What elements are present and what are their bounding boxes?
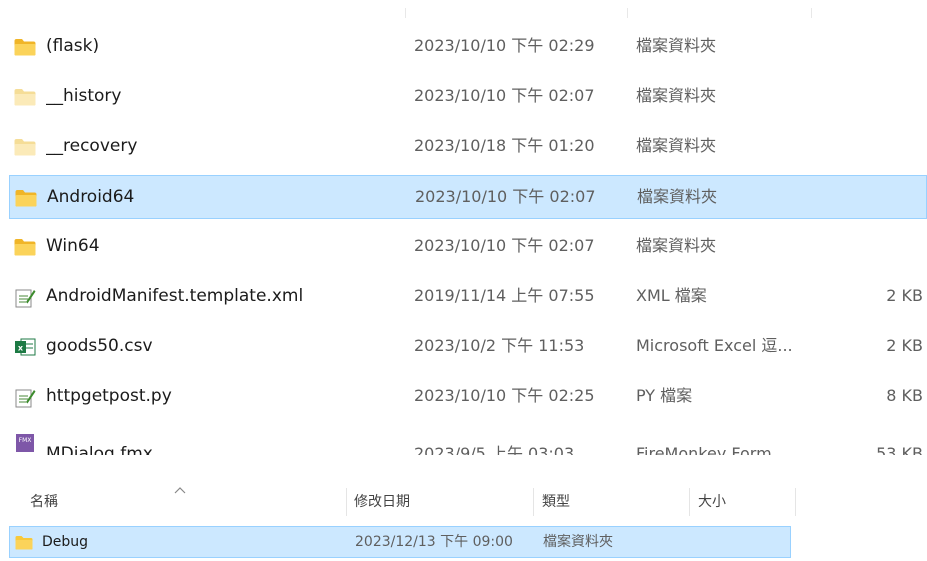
file-row[interactable]: (flask) 2023/10/10 下午 02:29 檔案資料夾 [9, 25, 927, 69]
text-file-icon [14, 288, 36, 308]
file-name: Debug [42, 534, 89, 550]
file-size: 2 KB [886, 336, 923, 355]
file-date: 2023/10/10 下午 02:07 [414, 236, 595, 255]
file-date: 2023/10/2 下午 11:53 [414, 336, 585, 355]
file-size: 2 KB [886, 286, 923, 305]
sort-up-icon [174, 479, 186, 494]
file-type: 檔案資料夾 [636, 136, 717, 155]
folder-icon [14, 238, 36, 256]
svg-text:FMX: FMX [19, 437, 32, 444]
column-divider[interactable] [627, 8, 628, 18]
text-file-icon [14, 388, 36, 408]
file-date: 2023/12/13 下午 09:00 [355, 534, 513, 550]
file-type: 檔案資料夾 [637, 187, 718, 206]
file-date: 2019/11/14 上午 07:55 [414, 286, 595, 305]
column-header-date[interactable]: 修改日期 [354, 485, 410, 519]
file-type: Microsoft Excel 逗... [636, 336, 793, 355]
file-name: httpgetpost.py [46, 386, 172, 406]
file-row[interactable]: Android64 2023/10/10 下午 02:07 檔案資料夾 [9, 175, 927, 219]
column-header-type[interactable]: 類型 [542, 485, 570, 519]
file-name: Win64 [46, 236, 100, 256]
column-header-size[interactable]: 大小 [698, 485, 726, 519]
column-divider[interactable] [346, 488, 347, 516]
file-type: XML 檔案 [636, 286, 707, 305]
file-row[interactable]: __recovery 2023/10/18 下午 01:20 檔案資料夾 [9, 125, 927, 169]
file-type: 檔案資料夾 [636, 36, 717, 55]
file-row[interactable]: httpgetpost.py 2023/10/10 下午 02:25 PY 檔案 8 … [9, 375, 927, 419]
file-row[interactable]: Win64 2023/10/10 下午 02:07 檔案資料夾 [9, 225, 927, 269]
file-row-debug[interactable]: Debug 2023/12/13 下午 09:00 檔案資料夾 [9, 526, 791, 558]
column-header-name[interactable]: 名稱 [30, 485, 58, 519]
excel-file-icon: x [14, 338, 36, 356]
column-divider[interactable] [533, 488, 534, 516]
fmx-file-icon: FMX [14, 434, 36, 452]
folder-icon [15, 189, 37, 207]
file-date: 2023/10/18 下午 01:20 [414, 136, 595, 155]
svg-text:x: x [18, 344, 24, 353]
column-divider[interactable] [811, 8, 812, 18]
file-row[interactable]: AndroidManifest.template.xml 2019/11/14 上… [9, 275, 927, 319]
file-name: Android64 [47, 187, 135, 207]
file-type: 檔案資料夾 [636, 236, 717, 255]
file-name: goods50.csv [46, 336, 153, 356]
file-size: 53 KB [876, 444, 923, 455]
file-type: FireMonkey Form [636, 444, 772, 455]
file-type: PY 檔案 [636, 386, 693, 405]
file-type: 檔案資料夾 [543, 534, 613, 550]
folder-hidden-icon [14, 88, 36, 106]
file-name: MDialog.fmx [46, 444, 153, 455]
column-divider[interactable] [405, 8, 406, 18]
folder-hidden-icon [14, 138, 36, 156]
file-list: (flask) 2023/10/10 下午 02:29 檔案資料夾 __history… [0, 0, 927, 455]
folder-icon [15, 535, 33, 550]
file-size: 8 KB [886, 386, 923, 405]
file-name: __recovery [46, 136, 138, 156]
file-date: 2023/9/5 上午 03:03 [414, 444, 575, 455]
file-row[interactable]: x goods50.csv 2023/10/2 下午 11:53 Microsoft … [9, 325, 927, 369]
secondary-file-list: 名稱 修改日期 類型 大小 Debug 2023/12/13 下午 09:00 … [0, 455, 927, 561]
file-row-partial[interactable]: FMX MDialog.fmx 2023/9/5 上午 03:03 FireMo… [9, 425, 927, 455]
file-row[interactable]: __history 2023/10/10 下午 02:07 檔案資料夾 [9, 75, 927, 119]
file-name: (flask) [46, 36, 100, 56]
file-date: 2023/10/10 下午 02:07 [414, 86, 595, 105]
column-divider[interactable] [689, 488, 690, 516]
file-type: 檔案資料夾 [636, 86, 717, 105]
file-date: 2023/10/10 下午 02:29 [414, 36, 595, 55]
file-date: 2023/10/10 下午 02:25 [414, 386, 595, 405]
folder-icon [14, 38, 36, 56]
file-name: AndroidManifest.template.xml [46, 286, 304, 306]
column-divider[interactable] [795, 488, 796, 516]
file-date: 2023/10/10 下午 02:07 [415, 187, 596, 206]
file-name: __history [46, 86, 122, 106]
